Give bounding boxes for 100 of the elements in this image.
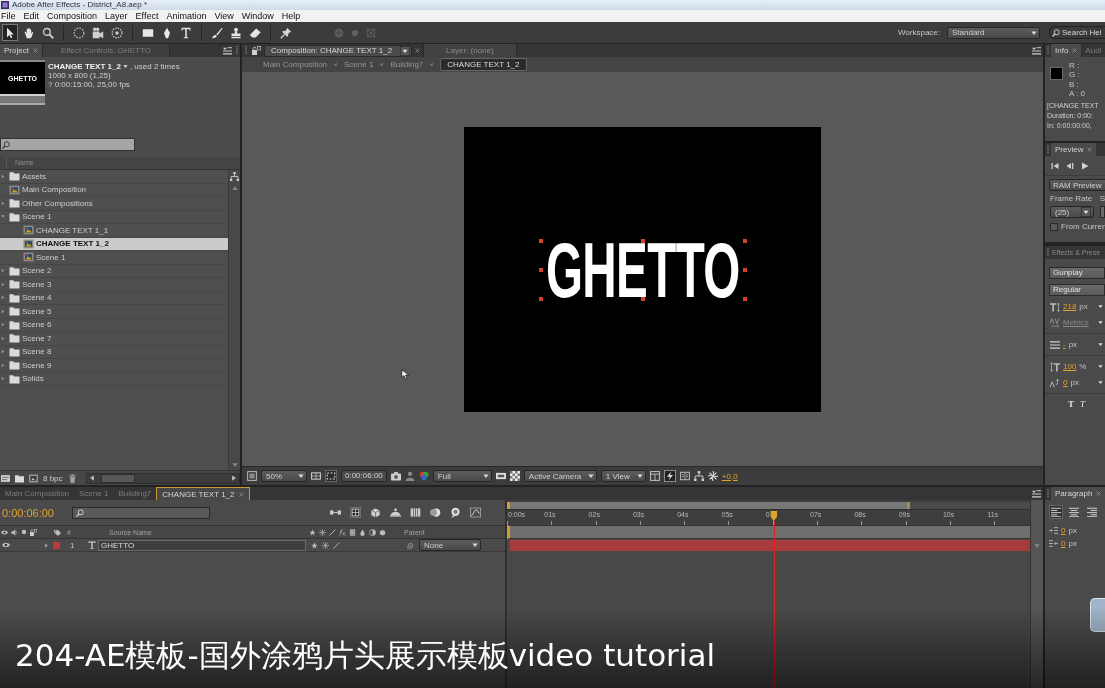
current-time[interactable]: 0:00:06:00 — [2, 506, 72, 519]
parent-dropdown[interactable]: None — [419, 539, 481, 551]
dome-icon[interactable] — [390, 507, 401, 518]
layer-name-field[interactable]: GHETTO — [98, 539, 306, 551]
tool-button[interactable] — [2, 24, 18, 41]
transform-handle[interactable] — [742, 268, 747, 272]
panel-menu-icon[interactable] — [223, 46, 232, 55]
scrollbar[interactable] — [1030, 500, 1043, 688]
font-style-dropdown[interactable]: Regular — [1049, 284, 1105, 296]
font-family-dropdown[interactable]: Gunplay — [1049, 267, 1105, 279]
close-icon[interactable] — [32, 48, 38, 53]
project-item[interactable]: Scene 1 — [0, 210, 228, 224]
caret-icon[interactable] — [1098, 304, 1103, 309]
menu-item[interactable]: Effect — [135, 10, 159, 22]
magnification-dropdown[interactable]: 50% — [261, 470, 307, 482]
scrollbar-thumb[interactable] — [100, 473, 135, 483]
expand-arrow-icon[interactable] — [0, 362, 5, 368]
panel-tab[interactable]: Info — [1051, 44, 1082, 57]
caret-icon[interactable] — [122, 64, 128, 69]
trash-icon[interactable] — [67, 473, 77, 483]
panel-grip-icon[interactable] — [1046, 248, 1050, 257]
project-item[interactable]: Scene 3 — [0, 278, 228, 292]
graph-icon[interactable] — [470, 507, 481, 518]
timeline-tab[interactable]: Building7 — [113, 487, 157, 500]
spiral-icon[interactable] — [407, 541, 414, 549]
menu-item[interactable]: Help — [281, 10, 301, 22]
transform-handle[interactable] — [742, 297, 747, 301]
sun-switch-icon[interactable] — [322, 541, 329, 549]
project-item[interactable]: Scene 1 — [0, 251, 228, 265]
indent-value[interactable]: 0 — [1061, 539, 1066, 548]
panel-grip-icon[interactable] — [1046, 489, 1050, 498]
project-item[interactable]: Scene 2 — [0, 264, 228, 278]
workspace-dropdown[interactable]: Standard — [947, 26, 1040, 39]
expand-arrow-icon[interactable] — [0, 376, 5, 382]
search-field[interactable] — [0, 138, 135, 151]
align-button[interactable] — [1085, 505, 1099, 519]
split-panel-icon[interactable] — [679, 471, 690, 481]
panel-grip-icon[interactable] — [235, 46, 239, 55]
lightning-icon[interactable] — [663, 470, 676, 482]
panel-tab[interactable]: Composition: CHANGE TEXT 1_2 — [264, 44, 413, 57]
project-item[interactable]: Scene 9 — [0, 359, 228, 373]
bit-depth-button[interactable]: 8 bpc — [43, 473, 63, 483]
flowchart-icon[interactable] — [230, 172, 239, 181]
project-item[interactable]: Solids — [0, 372, 228, 386]
checkerboard-icon[interactable] — [509, 471, 520, 481]
exposure-value[interactable]: +0,0 — [721, 471, 738, 481]
scroll-down-icon[interactable] — [231, 462, 238, 468]
breadcrumb[interactable]: Scene 1 — [344, 60, 374, 69]
transform-handle[interactable] — [538, 239, 543, 243]
horizontal-scrollbar[interactable] — [85, 472, 240, 484]
baseline-shift-value[interactable]: 0 — [1063, 378, 1068, 387]
eye-icon[interactable] — [2, 541, 10, 549]
nested-square-icon[interactable] — [247, 471, 257, 481]
menu-item[interactable]: View — [214, 10, 234, 22]
time-navigator[interactable] — [507, 525, 1030, 539]
skip-back-icon[interactable] — [1051, 162, 1059, 170]
play-icon[interactable] — [1081, 162, 1089, 170]
transform-handle[interactable] — [538, 297, 543, 301]
search-field[interactable] — [72, 506, 210, 519]
resolution-dropdown[interactable]: Full — [432, 470, 492, 482]
indent-value[interactable]: 0 — [1061, 526, 1066, 535]
view-layout-dropdown[interactable]: 1 View — [600, 470, 646, 482]
project-item[interactable]: Scene 4 — [0, 291, 228, 305]
align-button[interactable] — [1067, 505, 1081, 519]
expand-arrow-icon[interactable] — [0, 335, 5, 341]
cube-icon[interactable] — [370, 507, 381, 518]
star-switch-icon[interactable] — [311, 541, 318, 549]
timeline-tab[interactable]: CHANGE TEXT 1_2 — [156, 487, 250, 500]
scrollbar[interactable] — [228, 170, 240, 470]
caret-icon[interactable] — [1098, 342, 1103, 347]
dashed-frame-icon[interactable] — [325, 470, 337, 482]
timeline-tab[interactable]: Main Composition — [0, 487, 75, 500]
ram-preview-button[interactable]: RAM Preview — [1049, 179, 1105, 191]
panel-tab[interactable]: Audi — [1081, 44, 1105, 57]
panel-grip-icon[interactable] — [1046, 46, 1050, 55]
frame-rate-dropdown[interactable]: (25) — [1050, 206, 1094, 218]
bold-button[interactable]: T — [1068, 399, 1074, 409]
magnifier-bubble-icon[interactable] — [450, 507, 461, 518]
folder-icon[interactable] — [15, 473, 24, 483]
close-icon[interactable] — [238, 491, 244, 497]
align-button[interactable] — [1049, 505, 1063, 519]
collapse-arrow-icon[interactable] — [0, 214, 5, 220]
expand-arrow-icon[interactable] — [0, 200, 5, 206]
project-item[interactable]: Other Compositions — [0, 197, 228, 211]
panel-tab[interactable]: Layer: (none) — [423, 44, 517, 57]
close-icon[interactable] — [415, 48, 421, 53]
label-color-icon[interactable] — [53, 541, 60, 549]
caret-icon[interactable] — [400, 45, 411, 56]
italic-button[interactable]: T — [1080, 399, 1086, 409]
leading-value[interactable]: - — [1063, 340, 1066, 349]
expand-arrow-icon[interactable] — [44, 542, 49, 548]
scroll-up-icon[interactable] — [231, 185, 238, 191]
boxed-grid-icon[interactable] — [350, 507, 361, 518]
panel-tab[interactable]: Project — [0, 44, 42, 57]
lined-card-icon[interactable] — [1, 473, 10, 483]
project-item[interactable]: Scene 8 — [0, 345, 228, 359]
project-item[interactable]: Scene 6 — [0, 318, 228, 332]
transform-handle[interactable] — [742, 239, 747, 243]
color-channels-icon[interactable] — [418, 471, 429, 481]
flowchart-icon[interactable] — [693, 471, 704, 481]
